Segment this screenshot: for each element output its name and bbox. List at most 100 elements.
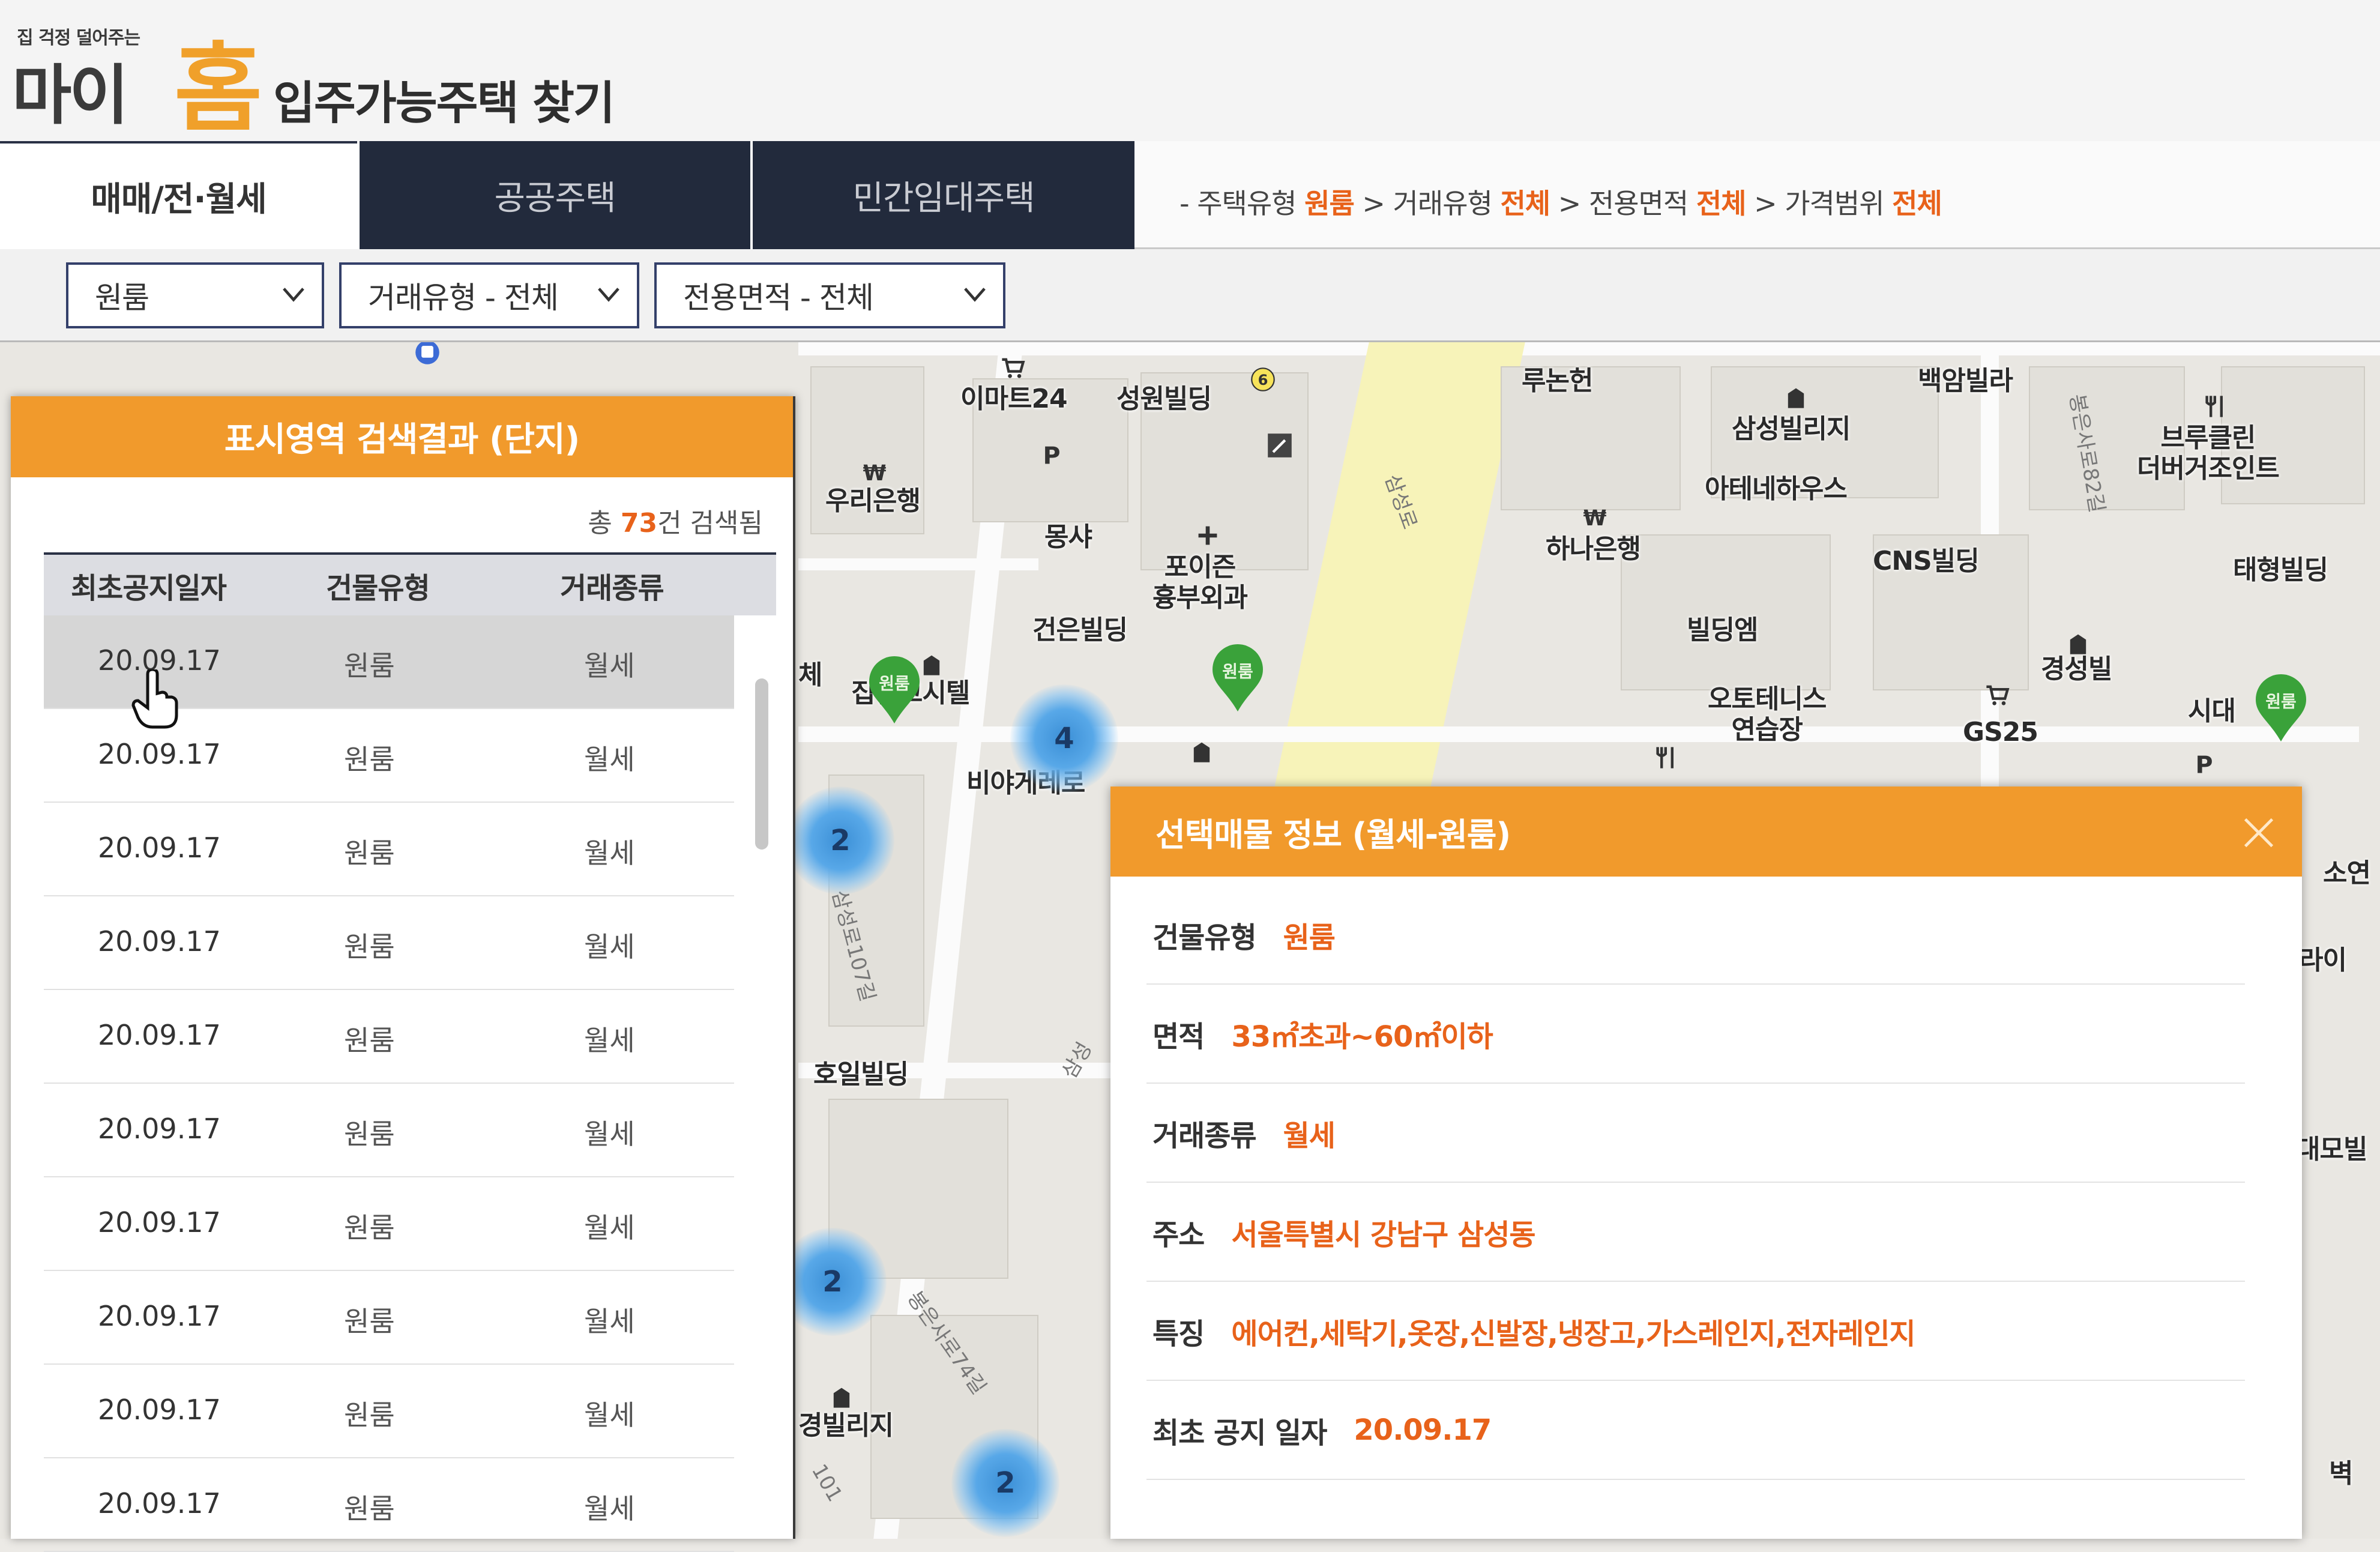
filter-breadcrumb: - 주택유형 원룸 > 거래유형 전체 > 전용면적 전체 > 가격범위 전체 bbox=[1179, 182, 1942, 222]
details-panel-title: 선택매물 정보 (월세-원룸) bbox=[1110, 787, 2302, 877]
breadcrumb-text: > 거래유형 bbox=[1354, 187, 1501, 220]
city-block bbox=[1621, 534, 1831, 690]
parking-icon: P bbox=[2195, 751, 2213, 777]
chevron-down-icon bbox=[964, 288, 986, 302]
map-label[interactable]: 성원빌딩 bbox=[1116, 384, 1212, 415]
page-title: 입주가능주택 찾기 bbox=[273, 76, 615, 130]
table-row[interactable]: 20.09.17 원룸 월세 bbox=[44, 990, 734, 1084]
restaurant-icon bbox=[2205, 396, 2223, 417]
listing-pin-marker[interactable]: 원룸 bbox=[1208, 642, 1268, 714]
tab-private-rental[interactable]: 민간임대주택 bbox=[750, 141, 1134, 249]
map-label[interactable]: 백암빌라 bbox=[1918, 366, 2013, 397]
site-header: 집 걱정 덜어주는 마이 홈 입주가능주택 찾기 bbox=[0, 0, 2380, 145]
cell-building-type: 원룸 bbox=[344, 1024, 395, 1057]
detail-row-first-notice-date: 최초 공지 일자 20.09.17 bbox=[1146, 1381, 2245, 1480]
table-row[interactable]: 20.09.17 원룸 월세 bbox=[44, 896, 734, 990]
cell-date: 20.09.17 bbox=[98, 738, 221, 770]
table-row[interactable]: 20.09.17 원룸 월세 bbox=[44, 1271, 734, 1365]
logo-accent-text: 홈 bbox=[174, 32, 263, 145]
cell-date: 20.09.17 bbox=[98, 1300, 221, 1332]
cell-building-type: 원룸 bbox=[344, 931, 395, 963]
area-select[interactable]: 전용면적 - 전체 bbox=[654, 262, 1005, 328]
table-row[interactable]: 20.09.17 원룸 월세 bbox=[44, 803, 734, 896]
cell-deal-type: 월세 bbox=[584, 931, 635, 963]
table-row[interactable]: 20.09.17 원룸 월세 bbox=[44, 1084, 734, 1177]
listing-cluster-marker[interactable]: 2 bbox=[786, 787, 894, 895]
bus-stop-icon[interactable] bbox=[414, 342, 441, 366]
map-label[interactable]: 포이즌 흉부외과 bbox=[1152, 552, 1248, 613]
svg-text:P: P bbox=[1043, 442, 1060, 468]
cell-building-type: 원룸 bbox=[344, 837, 395, 869]
svg-text:₩: ₩ bbox=[863, 461, 887, 486]
breadcrumb-text: - 주택유형 bbox=[1179, 187, 1305, 220]
map-label[interactable]: CNS빌딩 bbox=[1873, 546, 1980, 577]
map-label[interactable]: 경성빌 bbox=[2041, 654, 2112, 685]
results-count: 총 73건 검색됨 bbox=[588, 501, 763, 540]
map-label[interactable]: 소연 bbox=[2323, 858, 2371, 889]
map-label[interactable]: 이마트24 bbox=[960, 384, 1068, 415]
map-label[interactable]: 태형빌딩 bbox=[2233, 555, 2328, 586]
road bbox=[798, 558, 1038, 570]
restaurant-icon bbox=[1656, 747, 1674, 768]
search-results-panel: 표시영역 검색결과 (단지) 총 73건 검색됨 최초공지일자 건물유형 거래종… bbox=[11, 396, 795, 1552]
detail-label: 건물유형 bbox=[1152, 920, 1257, 955]
area-value: 전용면적 - 전체 bbox=[683, 280, 874, 315]
column-header-date[interactable]: 최초공지일자 bbox=[71, 564, 227, 606]
detail-value: 33㎡초과~60㎡이하 bbox=[1231, 1019, 1493, 1054]
table-row[interactable]: 20.09.17 원룸 월세 bbox=[44, 1458, 734, 1552]
table-row[interactable]: 20.09.17 원룸 월세 bbox=[44, 1177, 734, 1271]
detail-value: 원룸 bbox=[1283, 920, 1336, 955]
road bbox=[798, 342, 2380, 355]
map-label[interactable]: GS25 bbox=[1963, 717, 2038, 748]
map-label[interactable]: 라이 bbox=[2299, 945, 2347, 976]
table-row[interactable]: 20.09.17 원룸 월세 bbox=[44, 1365, 734, 1458]
cell-building-type: 원룸 bbox=[344, 1305, 395, 1338]
cell-building-type: 원룸 bbox=[344, 1212, 395, 1244]
map-label[interactable]: 우리은행 bbox=[825, 486, 921, 517]
map-label[interactable]: 아테네하우스 bbox=[1705, 474, 1848, 505]
map-label[interactable]: 루논헌 bbox=[1522, 366, 1593, 397]
map-label[interactable]: 건은빌딩 bbox=[1032, 615, 1128, 646]
map-label[interactable]: 벽 bbox=[2329, 1458, 2353, 1490]
listing-cluster-marker[interactable]: 4 bbox=[1010, 684, 1118, 793]
column-header-building-type[interactable]: 건물유형 bbox=[326, 564, 430, 606]
breadcrumb-text: > 가격범위 bbox=[1746, 187, 1893, 220]
map-label[interactable]: 삼성빌리지 bbox=[1732, 414, 1851, 445]
map-label[interactable]: 체 bbox=[798, 660, 822, 691]
breadcrumb-value: 전체 bbox=[1500, 187, 1550, 220]
route-number-icon: 6 bbox=[1251, 367, 1275, 391]
cart-icon bbox=[1986, 685, 2010, 705]
listing-pin-marker[interactable]: 원룸 bbox=[2251, 672, 2311, 744]
column-header-deal-type[interactable]: 거래종류 bbox=[560, 564, 664, 606]
detail-label: 최초 공지 일자 bbox=[1152, 1416, 1327, 1450]
tab-public-housing[interactable]: 공공주택 bbox=[357, 141, 750, 249]
close-icon[interactable] bbox=[2240, 814, 2278, 852]
breadcrumb-text: > 전용면적 bbox=[1550, 187, 1696, 220]
deal-type-value: 거래유형 - 전체 bbox=[368, 280, 559, 315]
cell-building-type: 원룸 bbox=[344, 650, 395, 682]
cell-date: 20.09.17 bbox=[98, 1113, 221, 1145]
map-label[interactable]: 몽샤 bbox=[1044, 522, 1092, 553]
housing-type-value: 원룸 bbox=[95, 280, 149, 315]
map-label[interactable]: 대모빌 bbox=[2296, 1134, 2367, 1165]
listing-cluster-marker[interactable]: 2 bbox=[951, 1429, 1059, 1537]
detail-label: 거래종류 bbox=[1152, 1119, 1257, 1153]
map-label[interactable]: 시대 bbox=[2188, 696, 2236, 727]
tab-trade-rent[interactable]: 매매/전·월세 bbox=[0, 141, 357, 249]
listing-pin-marker[interactable]: 원룸 bbox=[864, 654, 924, 726]
cart-icon bbox=[1002, 358, 1025, 378]
map-pin-icon: 원룸 bbox=[2256, 674, 2306, 741]
map-label[interactable]: 빌딩엠 bbox=[1687, 615, 1758, 646]
map-label[interactable]: 오토테니스 연습장 bbox=[1708, 684, 1827, 745]
map-label[interactable]: 하나은행 bbox=[1546, 534, 1641, 565]
deal-type-select[interactable]: 거래유형 - 전체 bbox=[339, 262, 639, 328]
edit-icon[interactable] bbox=[1267, 432, 1293, 459]
map-label[interactable]: 경빌리지 bbox=[798, 1410, 894, 1442]
housing-type-select[interactable]: 원룸 bbox=[66, 262, 324, 328]
map-label[interactable]: 호일빌딩 bbox=[813, 1059, 909, 1090]
map-label[interactable]: 브루클린 더버거조인트 bbox=[2137, 423, 2280, 484]
cell-deal-type: 월세 bbox=[584, 650, 635, 682]
site-logo[interactable]: 집 걱정 덜어주는 마이 홈 bbox=[12, 11, 264, 145]
listing-details-panel: 선택매물 정보 (월세-원룸) 건물유형 원룸 면적 33㎡초과~60㎡이하 거래종… bbox=[1110, 787, 2302, 1539]
results-scrollbar[interactable] bbox=[755, 678, 768, 850]
